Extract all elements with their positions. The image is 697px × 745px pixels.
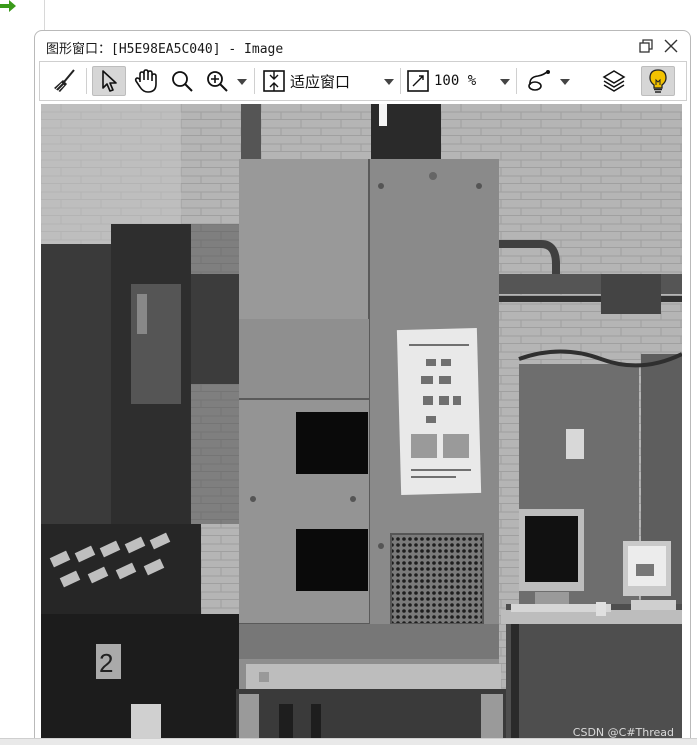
draw-shape-icon (528, 70, 550, 91)
svg-text:2: 2 (99, 648, 113, 678)
window-titlebar[interactable]: 图形窗口：[H5E98EA5C040] - Image (35, 31, 690, 61)
green-arrow-icon (0, 0, 16, 12)
zoom-level-dropdown-icon[interactable] (500, 79, 510, 85)
horizontal-scrollbar[interactable] (0, 738, 697, 745)
hand-icon (134, 69, 157, 93)
draw-shape-dropdown-icon[interactable] (560, 79, 570, 85)
restore-icon[interactable] (637, 37, 655, 55)
clear-button[interactable] (50, 66, 80, 96)
zoom-level-label: 100 % (434, 73, 477, 89)
actual-size-icon (407, 70, 429, 92)
draw-shape-button[interactable] (524, 66, 556, 96)
broom-icon (54, 69, 75, 92)
zoom-level-button[interactable]: 100 % (406, 66, 506, 96)
fit-window-icon (263, 70, 285, 92)
image-canvas[interactable]: 2 CSDN @C#Thread (41, 104, 682, 744)
pan-tool-button[interactable] (130, 66, 162, 96)
graphics-window: 图形窗口：[H5E98EA5C040] - Image 适应窗口 100 % 2… (34, 30, 691, 745)
lightbulb-icon (649, 69, 667, 93)
left-panel (0, 0, 34, 745)
select-tool-button[interactable] (92, 66, 126, 96)
panel-divider (44, 0, 45, 33)
toolbar-separator (516, 68, 517, 94)
toolbar: 适应窗口 100 % (39, 61, 687, 101)
magnify-tool-button[interactable] (167, 66, 197, 96)
machine-photo: 2 (41, 104, 682, 744)
zoom-in-icon (207, 71, 228, 92)
close-icon[interactable] (662, 37, 680, 55)
zoom-dropdown-icon[interactable] (237, 79, 247, 85)
magnifier-icon (172, 71, 193, 92)
layers-icon (602, 70, 626, 92)
arrow-pointer-icon (102, 70, 117, 92)
toolbar-separator (400, 68, 401, 94)
fit-dropdown-icon[interactable] (384, 79, 394, 85)
toolbar-separator (86, 68, 87, 94)
layers-button[interactable] (598, 66, 630, 96)
fit-window-button[interactable]: 适应窗口 (262, 66, 380, 96)
fit-window-label: 适应窗口 (290, 73, 351, 91)
zoom-tool-button[interactable] (202, 66, 232, 96)
hint-button[interactable] (641, 66, 675, 96)
toolbar-separator (254, 68, 255, 94)
window-title: 图形窗口：[H5E98EA5C040] - Image (46, 42, 284, 57)
